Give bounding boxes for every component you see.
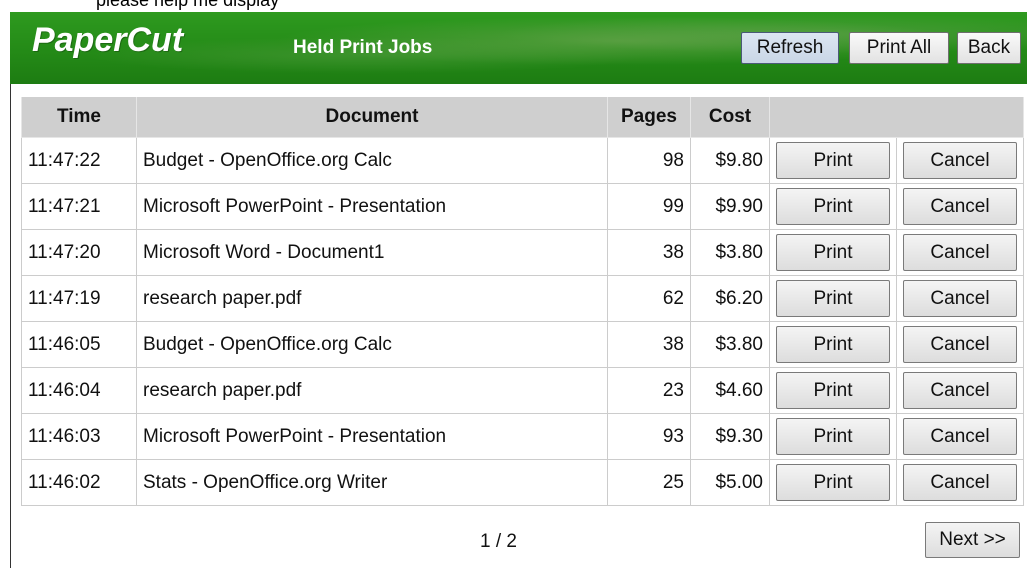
job-cost: $3.80 — [690, 229, 770, 276]
table-row: 11:47:19 research paper.pdf 62 $6.20 Pri… — [21, 275, 1024, 322]
print-button[interactable]: Print — [776, 326, 890, 363]
header-bar: PaperCut Held Print Jobs Refresh Print A… — [10, 12, 1027, 84]
table-row: 11:46:02 Stats - OpenOffice.org Writer 2… — [21, 459, 1024, 506]
cancel-button[interactable]: Cancel — [903, 326, 1017, 363]
print-cell: Print — [769, 413, 897, 460]
job-time: 11:46:02 — [21, 459, 137, 506]
cancel-button[interactable]: Cancel — [903, 280, 1017, 317]
print-button[interactable]: Print — [776, 234, 890, 271]
print-all-button[interactable]: Print All — [849, 32, 949, 64]
print-cell: Print — [769, 321, 897, 368]
table-row: 11:47:22 Budget - OpenOffice.org Calc 98… — [21, 137, 1024, 184]
job-document: Microsoft PowerPoint - Presentation — [136, 183, 608, 230]
page-indicator: 1 / 2 — [480, 531, 517, 552]
held-print-jobs-page: please help me display PaperCut Held Pri… — [0, 0, 1027, 568]
job-pages: 38 — [607, 321, 691, 368]
cancel-button[interactable]: Cancel — [903, 372, 1017, 409]
cancel-button[interactable]: Cancel — [903, 418, 1017, 455]
job-document: Microsoft Word - Document1 — [136, 229, 608, 276]
back-button[interactable]: Back — [957, 32, 1021, 64]
job-cost: $6.20 — [690, 275, 770, 322]
job-document: research paper.pdf — [136, 275, 608, 322]
job-cost: $4.60 — [690, 367, 770, 414]
job-pages: 62 — [607, 275, 691, 322]
print-cell: Print — [769, 275, 897, 322]
page-title: Held Print Jobs — [293, 37, 433, 58]
held-jobs-table: Time Document Pages Cost 11:47:22 Budget… — [21, 97, 1024, 506]
papercut-logo: PaperCut — [32, 21, 184, 59]
job-pages: 93 — [607, 413, 691, 460]
table-row: 11:46:05 Budget - OpenOffice.org Calc 38… — [21, 321, 1024, 368]
table-row: 11:47:21 Microsoft PowerPoint - Presenta… — [21, 183, 1024, 230]
job-cost: $9.80 — [690, 137, 770, 184]
job-time: 11:47:22 — [21, 137, 137, 184]
job-document: Budget - OpenOffice.org Calc — [136, 137, 608, 184]
print-button[interactable]: Print — [776, 142, 890, 179]
column-header-cost: Cost — [690, 97, 770, 138]
table-row: 11:46:03 Microsoft PowerPoint - Presenta… — [21, 413, 1024, 460]
cancel-cell: Cancel — [896, 413, 1024, 460]
job-cost: $5.00 — [690, 459, 770, 506]
print-cell: Print — [769, 459, 897, 506]
cancel-cell: Cancel — [896, 229, 1024, 276]
print-button[interactable]: Print — [776, 464, 890, 501]
cancel-cell: Cancel — [896, 459, 1024, 506]
job-time: 11:46:04 — [21, 367, 137, 414]
job-cost: $9.30 — [690, 413, 770, 460]
cancel-button[interactable]: Cancel — [903, 188, 1017, 225]
print-cell: Print — [769, 137, 897, 184]
print-button[interactable]: Print — [776, 280, 890, 317]
print-button[interactable]: Print — [776, 418, 890, 455]
print-button[interactable]: Print — [776, 372, 890, 409]
column-header-actions — [769, 97, 1024, 138]
table-row: 11:46:04 research paper.pdf 23 $4.60 Pri… — [21, 367, 1024, 414]
job-time: 11:46:03 — [21, 413, 137, 460]
top-cutoff-text: please help me display — [96, 0, 280, 10]
job-document: Stats - OpenOffice.org Writer — [136, 459, 608, 506]
cancel-cell: Cancel — [896, 275, 1024, 322]
job-pages: 23 — [607, 367, 691, 414]
table-header-row: Time Document Pages Cost — [21, 97, 1024, 138]
job-document: research paper.pdf — [136, 367, 608, 414]
job-time: 11:47:20 — [21, 229, 137, 276]
print-button[interactable]: Print — [776, 188, 890, 225]
top-cutoff-strip: please help me display — [0, 0, 1027, 12]
print-cell: Print — [769, 229, 897, 276]
column-header-pages: Pages — [607, 97, 691, 138]
next-page-button[interactable]: Next >> — [925, 522, 1020, 558]
job-pages: 38 — [607, 229, 691, 276]
job-pages: 99 — [607, 183, 691, 230]
job-time: 11:47:21 — [21, 183, 137, 230]
cancel-cell: Cancel — [896, 367, 1024, 414]
cancel-button[interactable]: Cancel — [903, 142, 1017, 179]
refresh-button[interactable]: Refresh — [741, 32, 839, 64]
cancel-button[interactable]: Cancel — [903, 234, 1017, 271]
print-cell: Print — [769, 367, 897, 414]
job-document: Microsoft PowerPoint - Presentation — [136, 413, 608, 460]
column-header-time: Time — [21, 97, 137, 138]
cancel-button[interactable]: Cancel — [903, 464, 1017, 501]
job-pages: 25 — [607, 459, 691, 506]
cancel-cell: Cancel — [896, 183, 1024, 230]
job-time: 11:46:05 — [21, 321, 137, 368]
job-pages: 98 — [607, 137, 691, 184]
cancel-cell: Cancel — [896, 137, 1024, 184]
job-cost: $9.90 — [690, 183, 770, 230]
print-cell: Print — [769, 183, 897, 230]
job-time: 11:47:19 — [21, 275, 137, 322]
job-cost: $3.80 — [690, 321, 770, 368]
job-document: Budget - OpenOffice.org Calc — [136, 321, 608, 368]
column-header-document: Document — [136, 97, 608, 138]
cancel-cell: Cancel — [896, 321, 1024, 368]
table-row: 11:47:20 Microsoft Word - Document1 38 $… — [21, 229, 1024, 276]
